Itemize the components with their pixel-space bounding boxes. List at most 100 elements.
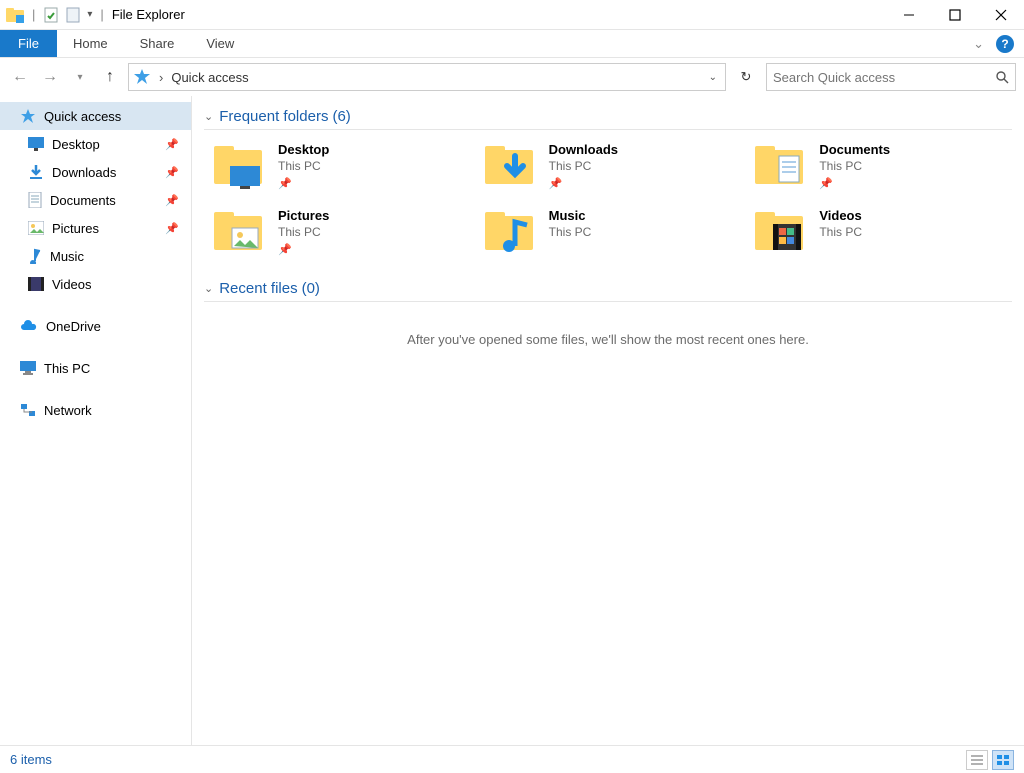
- pin-icon: 📌: [165, 222, 179, 235]
- back-button[interactable]: ←: [8, 65, 32, 89]
- sidebar-item-label: Downloads: [52, 165, 116, 180]
- qat-properties-icon[interactable]: [43, 7, 59, 23]
- video-icon: [28, 277, 44, 291]
- folder-tile-desktop[interactable]: Desktop This PC 📌: [210, 142, 471, 190]
- title-bar: | ▾ | File Explorer: [0, 0, 1024, 30]
- pin-icon: 📌: [819, 177, 833, 190]
- search-box[interactable]: [766, 63, 1016, 91]
- separator: |: [32, 7, 35, 22]
- sidebar-item-quick-access[interactable]: Quick access: [0, 102, 191, 130]
- sidebar-item-label: OneDrive: [46, 319, 101, 334]
- folder-music-icon: [481, 208, 537, 256]
- folder-name: Desktop: [278, 142, 329, 157]
- view-thumbnails-button[interactable]: [992, 750, 1014, 770]
- music-icon: [28, 248, 42, 264]
- recent-files-empty-text: After you've opened some files, we'll sh…: [204, 332, 1012, 347]
- sidebar-item-desktop[interactable]: Desktop 📌: [0, 130, 191, 158]
- sidebar-item-music[interactable]: Music: [0, 242, 191, 270]
- sidebar-item-label: Quick access: [44, 109, 121, 124]
- address-bar[interactable]: › Quick access ⌄: [128, 63, 726, 91]
- window-title: File Explorer: [112, 7, 185, 22]
- search-icon[interactable]: [995, 70, 1009, 84]
- pin-icon: 📌: [165, 194, 179, 207]
- sidebar-item-label: Documents: [50, 193, 116, 208]
- folder-tile-music[interactable]: Music This PC: [481, 208, 742, 256]
- section-frequent-folders[interactable]: ⌄ Frequent folders (6): [204, 108, 1012, 130]
- quick-access-toolbar: | ▾ |: [0, 7, 106, 23]
- tab-home[interactable]: Home: [57, 30, 124, 57]
- pin-icon: 📌: [278, 177, 292, 190]
- folder-pictures-icon: [210, 208, 266, 256]
- qat-newfolder-icon[interactable]: [65, 7, 81, 23]
- pin-icon: 📌: [549, 177, 563, 190]
- qat-dropdown-icon[interactable]: ▾: [87, 9, 92, 20]
- help-icon[interactable]: ?: [996, 35, 1014, 53]
- tab-file[interactable]: File: [0, 30, 57, 57]
- folder-location: This PC: [819, 159, 890, 173]
- folder-tile-documents[interactable]: Documents This PC 📌: [751, 142, 1012, 190]
- forward-button[interactable]: →: [38, 65, 62, 89]
- folder-name: Downloads: [549, 142, 618, 157]
- breadcrumb[interactable]: Quick access: [171, 70, 248, 85]
- sidebar-item-label: Videos: [52, 277, 92, 292]
- sidebar-item-onedrive[interactable]: OneDrive: [0, 312, 191, 340]
- folder-tile-downloads[interactable]: Downloads This PC 📌: [481, 142, 742, 190]
- frequent-folders-grid: Desktop This PC 📌 Downloads This PC 📌: [210, 142, 1012, 256]
- sidebar-item-thispc[interactable]: This PC: [0, 354, 191, 382]
- sidebar-item-videos[interactable]: Videos: [0, 270, 191, 298]
- navigation-pane: Quick access Desktop 📌 Downloads 📌 Docum…: [0, 96, 192, 745]
- up-button[interactable]: ↑: [98, 65, 122, 89]
- view-details-button[interactable]: [966, 750, 988, 770]
- monitor-icon: [20, 361, 36, 375]
- folder-location: This PC: [549, 159, 618, 173]
- maximize-button[interactable]: [932, 0, 978, 30]
- folder-name: Documents: [819, 142, 890, 157]
- desktop-icon: [28, 137, 44, 151]
- ribbon-collapse-icon[interactable]: ⌄: [965, 30, 992, 57]
- refresh-button[interactable]: ↻: [732, 63, 760, 91]
- section-title: Frequent folders: [219, 108, 328, 125]
- section-recent-files[interactable]: ⌄ Recent files (0): [204, 280, 1012, 302]
- sidebar-item-label: Network: [44, 403, 92, 418]
- network-icon: [20, 403, 36, 417]
- chevron-down-icon: ⌄: [204, 110, 213, 123]
- sidebar-item-pictures[interactable]: Pictures 📌: [0, 214, 191, 242]
- tab-share[interactable]: Share: [124, 30, 191, 57]
- sidebar-item-downloads[interactable]: Downloads 📌: [0, 158, 191, 186]
- sidebar-item-label: Music: [50, 249, 84, 264]
- folder-tile-pictures[interactable]: Pictures This PC 📌: [210, 208, 471, 256]
- folder-documents-icon: [751, 142, 807, 190]
- folder-name: Pictures: [278, 208, 329, 223]
- folder-desktop-icon: [210, 142, 266, 190]
- folder-downloads-icon: [481, 142, 537, 190]
- folder-location: This PC: [278, 225, 329, 239]
- separator: |: [100, 7, 103, 22]
- app-icon: [6, 7, 24, 23]
- address-dropdown-icon[interactable]: ⌄: [705, 72, 721, 83]
- section-title: Recent files: [219, 280, 297, 297]
- sidebar-item-label: Desktop: [52, 137, 100, 152]
- folder-location: This PC: [549, 225, 592, 239]
- ribbon-tabs: File Home Share View ⌄ ?: [0, 30, 1024, 58]
- chevron-down-icon: ⌄: [204, 282, 213, 295]
- navigation-row: ← → ▾ ↑ › Quick access ⌄ ↻: [0, 58, 1024, 96]
- folder-name: Videos: [819, 208, 862, 223]
- recent-locations-icon[interactable]: ▾: [68, 65, 92, 89]
- close-button[interactable]: [978, 0, 1024, 30]
- cloud-icon: [20, 320, 38, 332]
- folder-tile-videos[interactable]: Videos This PC: [751, 208, 1012, 256]
- pin-icon: 📌: [165, 138, 179, 151]
- star-icon: [20, 108, 36, 124]
- pin-icon: 📌: [278, 243, 292, 256]
- tab-view[interactable]: View: [190, 30, 250, 57]
- folder-name: Music: [549, 208, 592, 223]
- sidebar-item-documents[interactable]: Documents 📌: [0, 186, 191, 214]
- chevron-right-icon[interactable]: ›: [159, 70, 163, 85]
- section-count: (0): [302, 280, 320, 297]
- minimize-button[interactable]: [886, 0, 932, 30]
- search-input[interactable]: [773, 70, 995, 85]
- folder-location: This PC: [819, 225, 862, 239]
- document-icon: [28, 192, 42, 208]
- download-icon: [28, 164, 44, 180]
- sidebar-item-network[interactable]: Network: [0, 396, 191, 424]
